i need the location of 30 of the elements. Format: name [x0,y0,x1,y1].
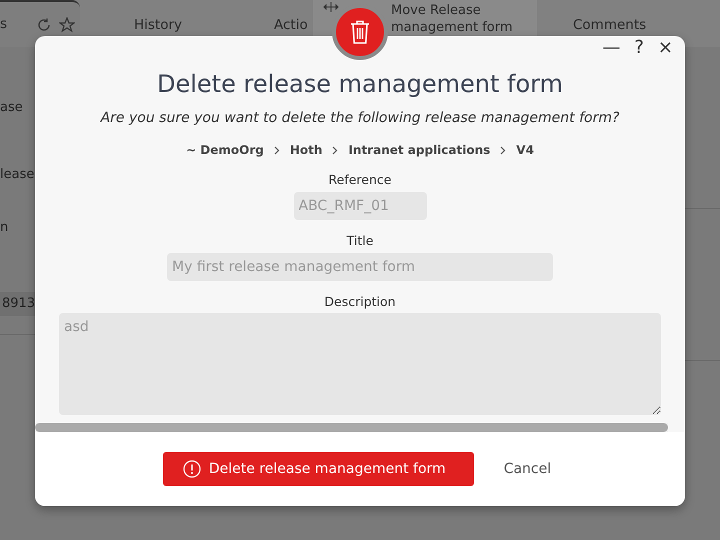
breadcrumb-item[interactable]: ~ DemoOrg [186,141,264,159]
breadcrumb-item[interactable]: Hoth [290,141,322,159]
field-label: Description [324,292,396,311]
delete-button[interactable]: Delete release management form [162,452,474,486]
scrollbar[interactable] [35,423,668,432]
field-label: Reference [328,171,392,189]
menu-item[interactable]: Move Release management form [391,2,531,36]
page-text: lease [0,166,34,184]
help-button[interactable]: ? [634,39,644,57]
breadcrumb-item[interactable]: V4 [516,141,534,159]
close-button[interactable]: × [658,39,673,57]
cancel-button[interactable]: Cancel [498,458,558,480]
tab[interactable]: History [134,15,182,36]
breadcrumb-item[interactable]: Intranet applications [348,141,490,159]
confirmation-text: Are you sure you want to delete the following release management form? [99,109,620,128]
field-label: Title [346,232,374,250]
refresh-icon[interactable] [37,18,52,32]
page-text: 8913 [0,292,38,316]
move-icon [323,2,339,12]
star-icon[interactable] [59,16,76,32]
alert-icon [182,460,201,478]
minimize-button[interactable]: — [602,39,620,57]
page-text: ase [0,99,23,117]
chevron-icon [274,146,280,154]
tab[interactable]: Actio [274,15,308,36]
chevron-icon [500,146,506,154]
dialog-title: Delete release management form [156,69,564,100]
chevron-icon [332,146,338,154]
page-text: n [0,219,8,237]
tab[interactable]: Comments [573,15,646,36]
